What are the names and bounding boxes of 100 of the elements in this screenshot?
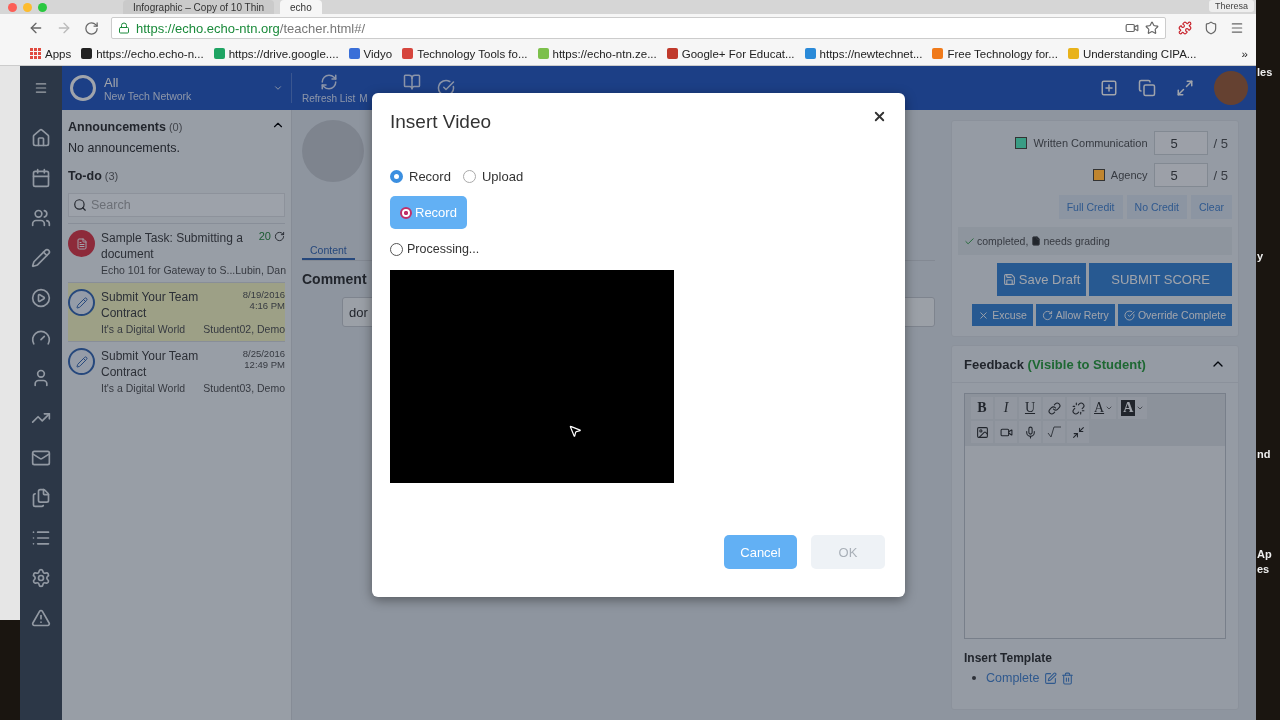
action-button[interactable]: Excuse xyxy=(972,304,1033,326)
document-icon xyxy=(68,230,95,257)
scope-label: All xyxy=(104,74,120,90)
pencils-icon xyxy=(68,289,95,316)
documents-icon[interactable] xyxy=(31,488,51,508)
toolbar-button[interactable] xyxy=(1067,397,1089,419)
back-icon[interactable] xyxy=(28,20,44,36)
link-icon xyxy=(1047,401,1061,415)
submit-score-button[interactable]: SUBMIT SCORE xyxy=(1089,263,1232,296)
bullet-icon xyxy=(972,676,976,680)
people-icon[interactable] xyxy=(31,208,51,228)
comments-heading: Comment xyxy=(302,271,368,287)
course-name: It's a Digital World xyxy=(101,382,186,394)
edit-icon[interactable] xyxy=(1043,671,1057,685)
unlink-icon xyxy=(1071,401,1085,415)
math-button[interactable] xyxy=(1043,421,1065,443)
refresh-icon xyxy=(319,72,338,91)
gauge-icon[interactable] xyxy=(31,328,51,348)
trash-icon[interactable] xyxy=(1060,671,1074,685)
bold-button[interactable]: B xyxy=(971,397,993,419)
due-date: 8/19/2016 xyxy=(242,289,285,300)
bookmark[interactable]: https://newtechnet... xyxy=(804,47,923,60)
todo-item[interactable]: Submit Your Team Contract 8/19/2016 4:16 PM It's a Digital World Student02, Demo xyxy=(68,282,285,341)
score-field[interactable]: 5 xyxy=(1153,163,1208,187)
count-label: 20 xyxy=(258,230,271,242)
toolbar-button[interactable]: M xyxy=(359,72,434,104)
star-icon[interactable] xyxy=(1145,21,1159,35)
due-time: 12:49 PM xyxy=(244,359,285,370)
todo-item[interactable]: Submit Your Team Contract 8/25/2016 12:49 PM It's a Digital World Student03, Demo xyxy=(68,341,285,400)
close-icon[interactable] xyxy=(872,109,887,124)
mode-radio[interactable]: Upload xyxy=(462,169,524,184)
pencil-icon[interactable] xyxy=(31,248,51,268)
caret-icon[interactable] xyxy=(273,83,283,93)
empty-message: No announcements. xyxy=(68,141,181,155)
count-label: (3) xyxy=(104,170,119,182)
bookmark[interactable]: https://echo-ntn.ze... xyxy=(537,47,657,60)
mail-icon[interactable] xyxy=(31,448,51,468)
warning-icon[interactable] xyxy=(31,608,51,628)
template-heading: Insert Template xyxy=(964,651,1053,665)
caret-icon xyxy=(1136,404,1145,412)
status-text: completed, xyxy=(977,235,1029,247)
settings-icon[interactable] xyxy=(31,568,51,588)
score-field[interactable]: 5 xyxy=(1153,131,1208,155)
bookmark[interactable]: Apps xyxy=(30,47,72,60)
task-title: Sample Task: Submitting a document xyxy=(101,230,244,262)
student-name: Lubin, Dan xyxy=(235,264,287,276)
browser-tab[interactable]: Infographic – Copy of 10 Thin xyxy=(123,0,274,14)
calendar-icon[interactable] xyxy=(31,168,51,188)
home-icon[interactable] xyxy=(31,128,51,148)
bookmark[interactable]: Technology Tools fo... xyxy=(402,47,528,60)
bookmark[interactable]: Free Technology for... xyxy=(932,47,1058,60)
mode-radio[interactable]: Record xyxy=(390,169,451,184)
play-icon[interactable] xyxy=(31,288,51,308)
bookmark[interactable]: Vidyo xyxy=(348,47,393,60)
bookmark[interactable]: https://echo.echo-n... xyxy=(81,47,204,60)
add-icon[interactable] xyxy=(1100,79,1118,97)
microphone-icon xyxy=(1023,425,1037,439)
list-icon[interactable] xyxy=(31,528,51,548)
desktop-text: y xyxy=(1257,250,1264,262)
url-text: https://echo.echo-ntn.org/teacher.html#/ xyxy=(136,20,367,36)
fullscreen-icon xyxy=(1071,425,1085,439)
font-color-button[interactable]: A xyxy=(1091,397,1117,419)
italic-button[interactable]: I xyxy=(995,397,1017,419)
feedback-title: Feedback (Visible to Student) xyxy=(964,356,1146,372)
expand-icon[interactable] xyxy=(1176,79,1194,97)
action-button[interactable]: Allow Retry xyxy=(1035,304,1115,326)
bookmark[interactable]: Understanding CIPA... xyxy=(1067,47,1197,60)
profile-button[interactable]: Theresa xyxy=(1208,0,1254,12)
toolbar-button[interactable] xyxy=(971,421,993,443)
highlight-color-button[interactable]: A xyxy=(1118,397,1148,419)
network-label: New Tech Network xyxy=(104,89,193,102)
copy-icon[interactable] xyxy=(1138,79,1156,97)
extension-icon[interactable] xyxy=(1178,21,1192,35)
save-icon xyxy=(1002,273,1016,286)
section-title: Announcements xyxy=(68,119,166,134)
extension-icon[interactable] xyxy=(1204,21,1218,35)
action-button[interactable]: Override Complete xyxy=(1117,304,1232,326)
menu-icon[interactable] xyxy=(34,81,48,95)
bookmark[interactable]: Google+ For Educat... xyxy=(666,47,795,60)
browser-tab[interactable]: echo xyxy=(280,0,322,14)
more-bookmarks[interactable]: » xyxy=(1241,47,1248,60)
reload-icon[interactable] xyxy=(84,20,99,36)
toolbar-button[interactable] xyxy=(1067,421,1089,443)
address-bar[interactable]: https://echo.echo-ntn.org/teacher.html#/ xyxy=(111,17,1166,39)
section-title: To-do xyxy=(68,169,102,183)
record-icon xyxy=(400,206,412,219)
task-title: Submit Your Team Contract xyxy=(101,289,200,321)
feedback-editor[interactable]: B I U A A xyxy=(964,393,1226,639)
bookmark[interactable]: https://drive.google.... xyxy=(213,47,339,60)
count-label: (0) xyxy=(168,120,183,133)
content-tab[interactable]: Content xyxy=(302,242,355,260)
save-draft-button[interactable]: Save Draft xyxy=(996,263,1087,296)
pencils-icon xyxy=(68,348,95,375)
toolbar-button[interactable]: Refresh List xyxy=(302,72,356,104)
underline-button[interactable]: U xyxy=(1019,397,1041,419)
square-root-icon xyxy=(1047,426,1061,438)
toolbar-button[interactable] xyxy=(995,421,1017,443)
menu-icon[interactable] xyxy=(1230,21,1244,35)
status-text: needs grading xyxy=(1043,235,1110,247)
person-icon[interactable] xyxy=(31,368,51,388)
